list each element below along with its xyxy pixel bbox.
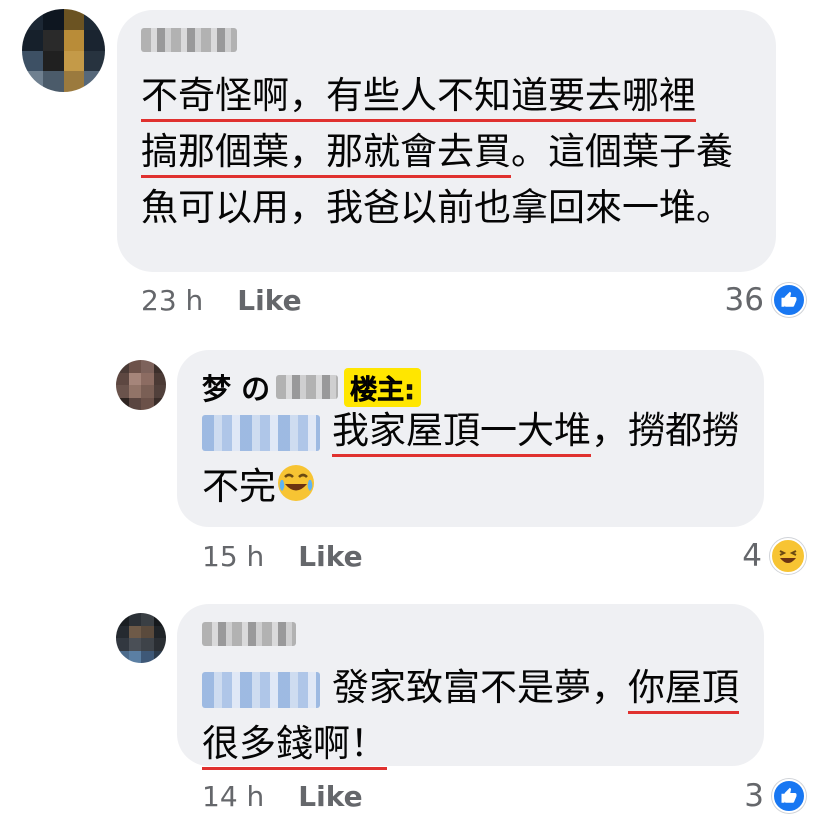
- reply-timestamp[interactable]: 15 h: [202, 540, 264, 573]
- like-icon: [772, 283, 806, 317]
- reply-timestamp[interactable]: 14 h: [202, 780, 264, 813]
- mention-tag[interactable]: [202, 671, 320, 708]
- reaction-count-number: 4: [742, 538, 762, 574]
- reaction-count[interactable]: 36: [725, 282, 806, 318]
- comment-meta: 23 h Like: [141, 284, 302, 317]
- replier-avatar[interactable]: [116, 360, 166, 410]
- replier-avatar[interactable]: [116, 613, 166, 663]
- highlighted-text: 我家屋頂一大堆: [332, 409, 591, 457]
- highlighted-text: 搞那個葉，那就會去買: [141, 130, 511, 178]
- commenter-avatar[interactable]: [22, 9, 105, 92]
- replier-name[interactable]: [202, 622, 296, 646]
- reply-text-part: 發家致富不是夢，: [332, 666, 628, 709]
- comment-timestamp[interactable]: 23 h: [141, 284, 203, 317]
- commenter-name[interactable]: [141, 28, 237, 52]
- reaction-count-number: 3: [744, 778, 764, 814]
- like-button[interactable]: Like: [298, 780, 362, 813]
- mention-tag[interactable]: [202, 414, 320, 451]
- replier-name-text: 梦 の: [202, 372, 271, 406]
- reply-meta: 15 h Like: [202, 540, 363, 573]
- reply-meta: 14 h Like: [202, 780, 363, 813]
- reply-text: 我家屋頂一大堆，撈都撈不完: [202, 403, 747, 515]
- like-button[interactable]: Like: [237, 284, 301, 317]
- replier-name[interactable]: 梦 の 楼主:: [202, 366, 421, 408]
- op-tag: 楼主:: [344, 367, 421, 407]
- comment-text: 不奇怪啊，有些人不知道要去哪裡 搞那個葉，那就會去買。這個葉子養魚可以用，我爸以前…: [141, 68, 753, 236]
- highlighted-text: 不奇怪啊，有些人不知道要去哪裡: [141, 74, 696, 122]
- redacted-name: [202, 622, 296, 646]
- face-with-tears-of-joy-icon: [276, 463, 316, 503]
- reaction-count[interactable]: 4: [742, 538, 806, 574]
- reply-text: 發家致富不是夢，你屋頂很多錢啊！: [202, 660, 747, 772]
- reaction-count[interactable]: 3: [744, 778, 806, 814]
- reaction-count-number: 36: [724, 282, 764, 318]
- redacted-name: [276, 375, 339, 399]
- like-button[interactable]: Like: [298, 540, 362, 573]
- redacted-name: [141, 28, 237, 52]
- haha-icon: [770, 538, 806, 574]
- like-icon: [772, 779, 806, 813]
